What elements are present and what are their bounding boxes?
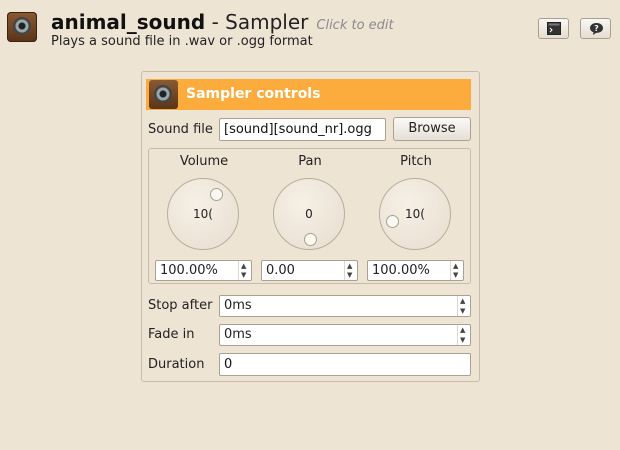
pitch-label: Pitch	[400, 154, 432, 169]
increment-icon[interactable]: ▲	[453, 263, 458, 270]
fade-in-spinbox[interactable]: 0ms ▲ ▼	[219, 324, 471, 346]
duration-input[interactable]: 0	[219, 353, 471, 376]
stop-after-value: 0ms	[224, 298, 252, 313]
browse-button[interactable]: Browse	[393, 117, 471, 141]
pan-spinbox-value: 0.00	[266, 263, 295, 278]
pitch-knob[interactable]: 10(	[379, 178, 451, 250]
pan-knob-value: 0	[305, 207, 313, 221]
pan-knob[interactable]: 0	[273, 178, 345, 250]
volume-spinbox[interactable]: 100.00% ▲ ▼	[155, 260, 252, 281]
decrement-icon[interactable]: ▼	[460, 337, 465, 344]
pitch-spinbox[interactable]: 100.00% ▲ ▼	[367, 260, 464, 281]
svg-text:?: ?	[594, 24, 599, 33]
terminal-button[interactable]	[538, 18, 569, 39]
speaker-icon	[7, 12, 37, 42]
fade-in-value: 0ms	[224, 327, 252, 342]
duration-label: Duration	[148, 357, 205, 372]
item-name[interactable]: animal_sound	[51, 10, 205, 34]
stop-after-label: Stop after	[148, 298, 213, 313]
volume-knob-handle[interactable]	[209, 187, 223, 201]
fade-in-label: Fade in	[148, 327, 195, 342]
increment-icon[interactable]: ▲	[241, 263, 246, 270]
stop-after-spinbox[interactable]: 0ms ▲ ▼	[219, 295, 471, 317]
pan-spinbox[interactable]: 0.00 ▲ ▼	[261, 260, 358, 281]
item-description: Plays a sound file in .wav or .ogg forma…	[51, 34, 313, 49]
click-to-edit-hint[interactable]: Click to edit	[316, 18, 393, 33]
pitch-knob-handle[interactable]	[386, 214, 400, 228]
sound-file-input[interactable]: [sound][sound_nr].ogg	[219, 118, 386, 141]
volume-spinbox-value: 100.00%	[160, 263, 218, 278]
item-type: Sampler	[225, 10, 309, 34]
pitch-spinbox-value: 100.00%	[372, 263, 430, 278]
help-button[interactable]: ?	[580, 18, 611, 39]
title-separator: -	[205, 10, 226, 34]
increment-icon[interactable]: ▲	[460, 327, 465, 334]
speaker-icon	[149, 80, 178, 109]
pan-knob-handle[interactable]	[303, 232, 317, 246]
help-icon: ?	[590, 23, 603, 35]
decrement-icon[interactable]: ▼	[347, 272, 352, 279]
volume-label: Volume	[179, 154, 229, 169]
decrement-icon[interactable]: ▼	[241, 272, 246, 279]
decrement-icon[interactable]: ▼	[460, 308, 465, 315]
panel-header: Sampler controls	[146, 79, 471, 110]
increment-icon[interactable]: ▲	[347, 263, 352, 270]
increment-icon[interactable]: ▲	[460, 298, 465, 305]
volume-knob-value: 10(	[193, 207, 213, 221]
sound-file-label: Sound file	[148, 122, 213, 137]
decrement-icon[interactable]: ▼	[453, 272, 458, 279]
terminal-icon	[547, 22, 561, 35]
pan-label: Pan	[298, 154, 322, 169]
panel-title: Sampler controls	[186, 86, 321, 102]
item-title[interactable]: animal_sound - Sampler Click to edit	[51, 10, 394, 34]
volume-knob[interactable]: 10(	[167, 178, 239, 250]
